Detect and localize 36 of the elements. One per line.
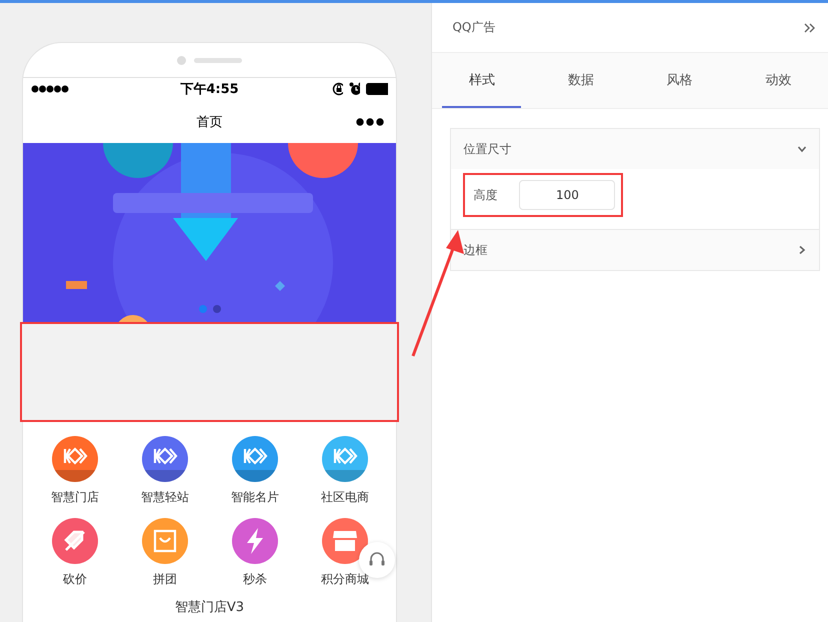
shortcut-icon[interactable] (322, 518, 368, 564)
shortcut-icon[interactable] (52, 436, 98, 482)
field-label: 高度 (473, 186, 498, 204)
section-heading: 智慧门店V3 (174, 599, 246, 616)
tab[interactable]: 样式 (442, 53, 522, 108)
status-time: 下午4:55 (180, 81, 239, 98)
panel-title: QQ广告 (452, 19, 496, 36)
shortcut-label: 积分商城 (321, 571, 369, 588)
tab[interactable]: 数据 (541, 53, 620, 108)
shortcut-icon[interactable] (142, 436, 188, 482)
speaker-slot (194, 58, 242, 62)
section-header[interactable]: 边框 (451, 230, 819, 270)
shortcut-label: 砍价 (63, 571, 87, 588)
battery-icon (366, 83, 388, 95)
collapse-icon[interactable] (804, 22, 816, 32)
chevron-icon (797, 144, 807, 154)
shortcut-label: 智能名片 (231, 489, 279, 506)
shortcut-label: 智慧轻站 (141, 489, 189, 506)
shortcut-icon[interactable] (52, 518, 98, 564)
shortcut-icon[interactable] (322, 436, 368, 482)
camera-dot (177, 56, 186, 64)
tab[interactable]: 动效 (739, 53, 818, 108)
shortcut-icon[interactable] (232, 436, 278, 482)
shortcut-label: 拼团 (153, 571, 177, 588)
shortcut-icon[interactable] (232, 518, 278, 564)
shortcut-label: 智慧门店 (51, 489, 99, 506)
more-icon[interactable] (356, 118, 384, 126)
height-input[interactable]: 100 (519, 180, 616, 210)
tab[interactable]: 风格 (640, 53, 720, 108)
rotation-lock-icon (332, 82, 343, 96)
shortcut-label: 社区电商 (321, 489, 369, 506)
section-header[interactable]: 位置尺寸 (451, 129, 819, 169)
alarm-icon (349, 82, 360, 96)
chevron-icon (797, 245, 807, 255)
shortcut-label: 秒杀 (243, 571, 267, 588)
page-title: 首页 (196, 114, 222, 130)
